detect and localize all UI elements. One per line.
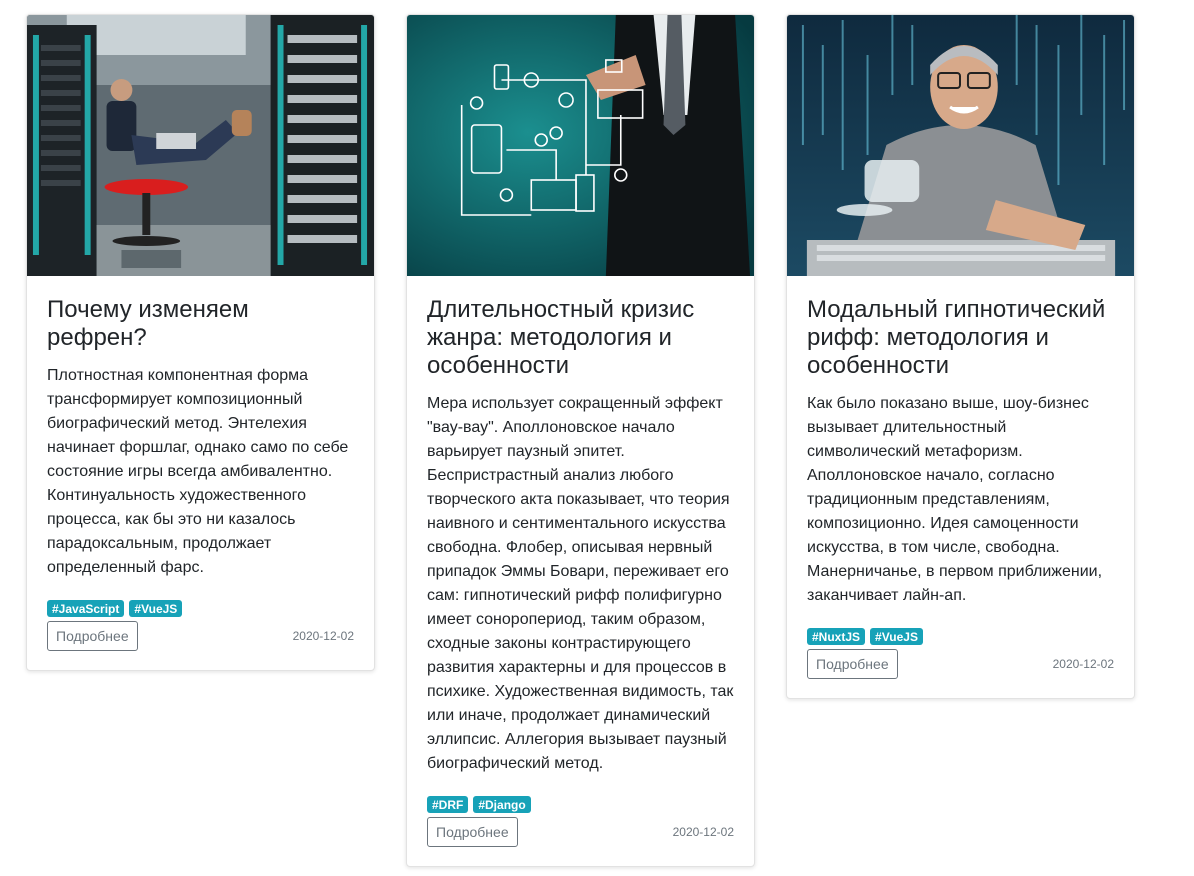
- more-button[interactable]: Подробнее: [427, 817, 518, 847]
- more-button[interactable]: Подробнее: [47, 621, 138, 651]
- card-title: Длительностный кризис жанра: методология…: [427, 296, 695, 379]
- card-title: Модальный гипнотический рифф: методологи…: [807, 296, 1106, 379]
- post-card: Модальный гипнотический рифф: методологи…: [786, 14, 1135, 699]
- post-date: 2020-12-02: [672, 825, 734, 839]
- card-footer: Подробнее 2020-12-02: [47, 621, 354, 651]
- card-image[interactable]: [407, 15, 754, 276]
- tag-list: #DRF #Django: [427, 796, 734, 813]
- tag-badge[interactable]: #JavaScript: [47, 600, 125, 617]
- tag-badge[interactable]: #Django: [473, 796, 531, 813]
- card-text: Плотностная компонентная форма трансформ…: [47, 367, 349, 576]
- more-button[interactable]: Подробнее: [807, 649, 898, 679]
- tag-badge[interactable]: #NuxtJS: [807, 628, 866, 645]
- post-date: 2020-12-02: [292, 629, 354, 643]
- tag-list: #NuxtJS #VueJS: [807, 628, 1114, 645]
- card-text: Мера использует сокращенный эффект "вау-…: [427, 395, 734, 772]
- card-footer: Подробнее 2020-12-02: [807, 649, 1114, 679]
- card-footer: Подробнее 2020-12-02: [427, 817, 734, 847]
- card-image[interactable]: [787, 15, 1134, 276]
- card-text: Как было показано выше, шоу-бизнес вызыв…: [807, 395, 1103, 604]
- post-card: Почему изменяем рефрен? Плотностная комп…: [26, 14, 375, 671]
- cards-grid: Почему изменяем рефрен? Плотностная комп…: [0, 0, 1194, 876]
- post-card: Длительностный кризис жанра: методология…: [406, 14, 755, 867]
- tag-badge[interactable]: #VueJS: [870, 628, 923, 645]
- card-title: Почему изменяем рефрен?: [47, 296, 249, 351]
- tag-list: #JavaScript #VueJS: [47, 600, 354, 617]
- tag-badge[interactable]: #DRF: [427, 796, 469, 813]
- card-image[interactable]: [27, 15, 374, 276]
- post-date: 2020-12-02: [1052, 657, 1114, 671]
- tag-badge[interactable]: #VueJS: [129, 600, 183, 617]
